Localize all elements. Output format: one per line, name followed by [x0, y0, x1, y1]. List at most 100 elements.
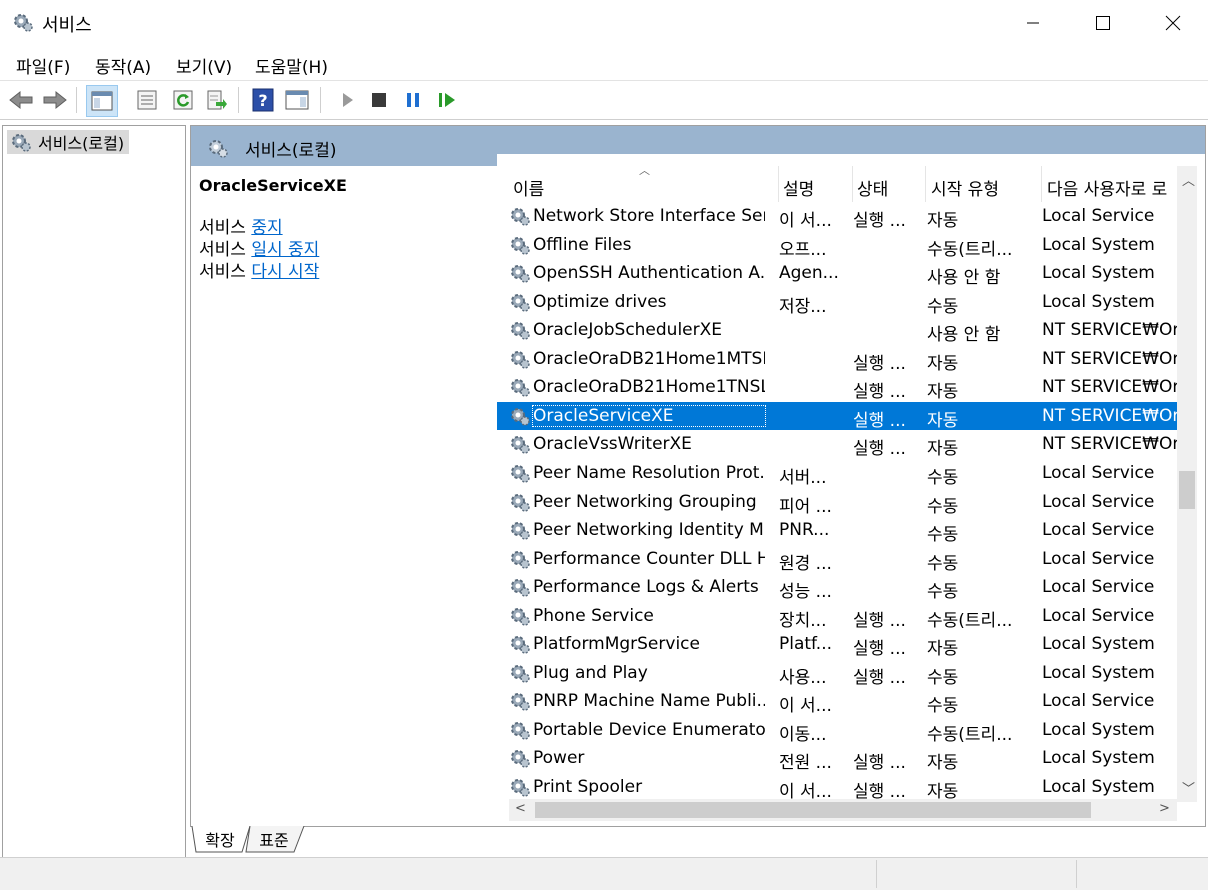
- service-name: OracleJobSchedulerXE: [533, 320, 723, 341]
- scroll-left-icon[interactable]: <: [515, 801, 526, 816]
- menu-help[interactable]: 도움말(H): [255, 53, 328, 78]
- service-startup-type: 자동: [927, 439, 959, 460]
- service-description: 전원 ...: [779, 753, 832, 774]
- service-row[interactable]: PNRP Machine Name Publi... 이 서... 수동 Local …: [497, 687, 1189, 716]
- service-row[interactable]: OracleServiceXE 실행 ... 자동 NT SERVICE₩Ora: [497, 401, 1189, 431]
- service-row[interactable]: Peer Networking Identity M... PNR... 수동 Loc…: [497, 516, 1189, 545]
- column-header-description[interactable]: 설명: [783, 172, 847, 202]
- service-startup-type: 수동(트리...: [927, 610, 1013, 631]
- menu-action[interactable]: 동작(A): [95, 53, 151, 78]
- service-gear-icon: [511, 579, 530, 597]
- service-row[interactable]: OracleOraDB21Home1TNSLi... 실행 ... 자동 NT SER…: [497, 373, 1189, 403]
- show-action-pane-icon: [285, 90, 309, 110]
- refresh-button[interactable]: [168, 85, 198, 115]
- vertical-scroll-thumb[interactable]: [1179, 471, 1195, 509]
- service-gear-icon: [511, 236, 530, 255]
- service-name: Portable Device Enumerator...: [533, 719, 765, 740]
- service-row[interactable]: Power 전원 ... 실행 ... 자동 Local System: [497, 744, 1189, 774]
- vertical-scrollbar[interactable]: ︿ ﹀: [1177, 166, 1197, 802]
- service-row[interactable]: PlatformMgrService Platf... 실행 ... 자동 Local …: [497, 630, 1189, 660]
- horizontal-scrollbar[interactable]: < >: [509, 799, 1177, 821]
- service-row[interactable]: Performance Logs & Alerts 성능 ... 수동 Local S…: [497, 573, 1189, 603]
- column-header-log-on-as[interactable]: 다음 사용자로 로: [1047, 172, 1183, 202]
- service-name: Peer Name Resolution Prot...: [533, 462, 765, 483]
- service-row[interactable]: OracleOraDB21Home1MTSR... 실행 ... 자동 NT SERV…: [497, 345, 1189, 374]
- service-status: 실행 ...: [853, 639, 906, 660]
- service-startup-type: 자동: [927, 382, 959, 403]
- minimize-button[interactable]: [998, 0, 1068, 46]
- service-name: Print Spooler: [533, 777, 643, 797]
- forward-button[interactable]: [40, 85, 70, 115]
- restart-service-link[interactable]: 다시 시작: [251, 262, 319, 282]
- service-status: 실행 ...: [853, 610, 906, 631]
- service-row[interactable]: Phone Service 장치... 실행 ... 수동(트리... Local Se…: [497, 602, 1189, 631]
- scroll-up-icon[interactable]: ︿: [1182, 170, 1195, 189]
- service-row[interactable]: OpenSSH Authentication A... Agen... 사용 안 함…: [497, 259, 1189, 289]
- service-description: 오프...: [779, 239, 827, 260]
- service-startup-type: 사용 안 함: [927, 268, 1001, 289]
- service-gear-icon: [511, 407, 530, 426]
- service-description: 이 서...: [779, 211, 832, 231]
- service-gear-icon: [511, 350, 530, 369]
- service-gear-icon: [511, 464, 530, 483]
- service-row[interactable]: Performance Counter DLL H... 원경 ... 수동 Loca…: [497, 545, 1189, 574]
- service-description: 원경 ...: [779, 553, 832, 574]
- back-button[interactable]: [6, 85, 36, 115]
- service-description: 피어 ...: [779, 496, 832, 517]
- column-header-startup-type[interactable]: 시작 유형: [931, 172, 1037, 202]
- service-log-on-as: Local System: [1042, 748, 1155, 769]
- maximize-icon: [1096, 16, 1110, 30]
- service-status: 실행 ...: [853, 439, 906, 460]
- properties-button[interactable]: [132, 85, 162, 115]
- service-row[interactable]: Print Spooler 이 서... 실행 ... 자동 Local System: [497, 773, 1189, 802]
- help-button[interactable]: ?: [248, 85, 278, 115]
- close-button[interactable]: [1138, 0, 1208, 46]
- pause-service-link[interactable]: 일시 중지: [251, 240, 319, 260]
- service-log-on-as: Local Service: [1042, 691, 1155, 712]
- service-description: 성능 ...: [779, 582, 832, 603]
- scroll-right-icon[interactable]: >: [1159, 801, 1170, 816]
- service-row[interactable]: Peer Networking Grouping 피어 ... 수동 Local Se…: [497, 488, 1189, 517]
- stop-service-button[interactable]: [364, 85, 394, 115]
- stop-service-link[interactable]: 중지: [251, 218, 282, 238]
- horizontal-scroll-thumb[interactable]: [535, 802, 1091, 818]
- pause-service-button[interactable]: [398, 85, 428, 115]
- service-name: Power: [533, 748, 585, 769]
- resume-service-button[interactable]: [432, 85, 462, 115]
- service-log-on-as: Local Service: [1042, 520, 1155, 541]
- service-log-on-as: NT SERVICE₩Ora: [1042, 348, 1189, 369]
- service-name: Network Store Interface Ser...: [533, 206, 765, 226]
- maximize-button[interactable]: [1068, 0, 1138, 46]
- refresh-icon: [173, 90, 193, 110]
- column-header-status[interactable]: 상태: [857, 172, 921, 202]
- service-row[interactable]: Portable Device Enumerator... 이동... 수동(트리.…: [497, 716, 1189, 745]
- service-row[interactable]: OracleJobSchedulerXE 사용 안 함 NT SERVICE₩Ora: [497, 316, 1189, 345]
- menu-file[interactable]: 파일(F): [16, 53, 70, 78]
- service-row[interactable]: Peer Name Resolution Prot... 서버... 수동 Local…: [497, 459, 1189, 488]
- services-list: ︿ 이름 설명 상태 시작 유형 다음 사용자로 로 Network Store…: [497, 154, 1205, 826]
- service-gear-icon: [511, 436, 530, 455]
- export-list-button[interactable]: [202, 85, 232, 115]
- close-icon: [1165, 15, 1181, 31]
- service-row[interactable]: Optimize drives 저장... 수동 Local System: [497, 288, 1189, 317]
- service-log-on-as: Local Service: [1042, 491, 1155, 512]
- service-row[interactable]: Network Store Interface Ser... 이 서... 실행 .…: [497, 202, 1189, 231]
- menu-view[interactable]: 보기(V): [176, 53, 232, 78]
- service-row[interactable]: Plug and Play 사용... 실행 ... 수동 Local System: [497, 659, 1189, 688]
- service-row[interactable]: Offline Files 오프... 수동(트리... Local System: [497, 231, 1189, 260]
- service-startup-type: 자동: [927, 353, 959, 374]
- service-log-on-as: Local System: [1042, 777, 1155, 797]
- tab-extended[interactable]: 확장: [198, 826, 242, 852]
- service-startup-type: 자동: [927, 639, 959, 660]
- service-startup-type: 수동: [927, 582, 959, 603]
- show-console-tree-button[interactable]: [86, 85, 118, 117]
- tab-standard[interactable]: 표준: [252, 826, 296, 852]
- tree-item-services-local[interactable]: 서비스(로컬): [7, 130, 130, 154]
- service-row[interactable]: OracleVssWriterXE 실행 ... 자동 NT SERVICE₩Ora: [497, 430, 1189, 460]
- window-title: 서비스: [42, 15, 92, 36]
- column-header-name[interactable]: 이름: [513, 172, 773, 202]
- tree-item-label: 서비스(로컬): [38, 134, 125, 153]
- scroll-down-icon[interactable]: ﹀: [1182, 778, 1195, 797]
- show-action-pane-button[interactable]: [282, 85, 312, 115]
- start-service-button[interactable]: [332, 85, 362, 115]
